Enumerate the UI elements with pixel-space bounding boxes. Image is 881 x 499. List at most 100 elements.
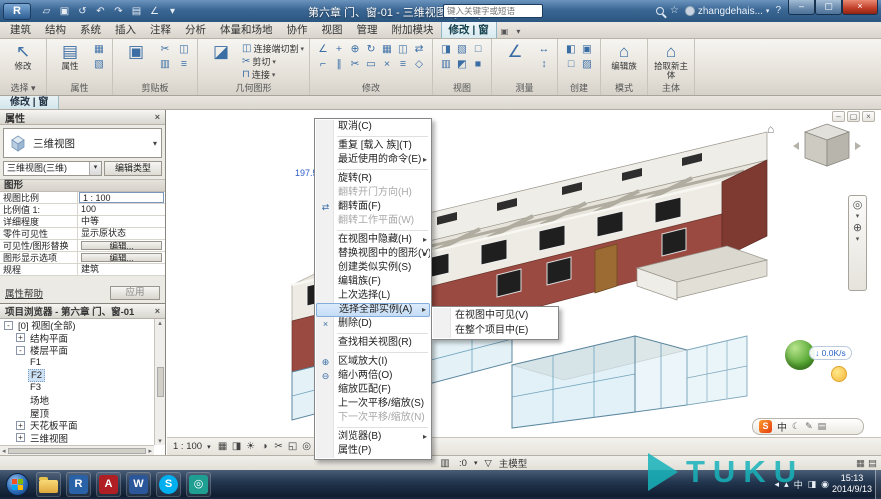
ribbon-text-button[interactable]: ⊓连接▾	[242, 68, 304, 81]
ribbon-tool-icon[interactable]: ↔	[536, 42, 552, 57]
ribbon-tool-icon[interactable]: ▥	[157, 57, 173, 72]
ribbon-tool-icon[interactable]: ✂	[157, 42, 173, 57]
ribbon-tool-icon[interactable]: □	[563, 57, 579, 72]
open-icon[interactable]: ▱	[39, 4, 54, 19]
tree-expander-icon[interactable]: +	[16, 333, 25, 342]
context-menu-item[interactable]: ⇄翻转面(F)	[316, 200, 430, 214]
context-menu-item[interactable]: ⊖缩小两倍(O)	[316, 369, 430, 383]
ribbon-tool-icon[interactable]: ▦	[91, 42, 107, 57]
ribbon-big-button[interactable]: ∠	[497, 42, 533, 62]
context-menu-item[interactable]: 属性(P)	[316, 444, 430, 458]
view-control-icon[interactable]: ◑	[258, 441, 272, 452]
context-menu-item[interactable]: 重复 [载入 族](T)	[316, 139, 430, 153]
ribbon-tool-icon[interactable]: ▣	[579, 42, 595, 57]
ribbon-tool-icon[interactable]: □	[470, 42, 486, 57]
measure-icon[interactable]: ∠	[147, 4, 162, 19]
scale-dropdown-icon[interactable]: ▾	[207, 443, 211, 451]
application-menu-button[interactable]: R	[3, 3, 31, 20]
save-icon[interactable]: ▣	[57, 4, 72, 19]
tree-node[interactable]: -楼层平面	[0, 344, 154, 357]
context-menu-item[interactable]: 上一次平移/缩放(S)	[316, 397, 430, 411]
ribbon-display-toggle-icon[interactable]: ▣	[497, 24, 513, 38]
up-icon[interactable]: ▴	[784, 479, 789, 490]
teal-app-icon[interactable]: ◎	[186, 472, 211, 497]
word-icon[interactable]: W	[126, 472, 151, 497]
ribbon-tool-icon[interactable]: ⌐	[315, 57, 331, 72]
dropdown-icon[interactable]: ▾	[165, 4, 180, 19]
pen-icon[interactable]: ✎	[805, 421, 813, 432]
network-icon[interactable]: ◉	[821, 479, 829, 490]
maximize-button[interactable]: ▢	[815, 0, 842, 15]
acrobat-icon[interactable]: A	[96, 472, 121, 497]
ribbon-big-button[interactable]: ⌂拾取新主体	[653, 42, 689, 80]
status-icon[interactable]: ▤	[868, 458, 877, 469]
view-control-icon[interactable]: ▦	[216, 441, 230, 452]
ribbon-tab[interactable]: 协作	[280, 20, 315, 38]
ribbon-tool-icon[interactable]: ▧	[91, 57, 107, 72]
properties-close-icon[interactable]: ×	[155, 112, 160, 122]
undo-icon[interactable]: ↶	[93, 4, 108, 19]
print-icon[interactable]: ▤	[129, 4, 144, 19]
type-selector-dropdown-icon[interactable]: ▾	[153, 139, 157, 148]
tree-expander-icon[interactable]: -	[16, 346, 25, 355]
view-control-icon[interactable]: ◱	[286, 441, 300, 452]
show-desktop-button[interactable]	[875, 470, 881, 499]
property-value[interactable]: 建筑	[78, 264, 165, 275]
context-submenu-item[interactable]: 在整个项目中(E)	[433, 323, 557, 338]
ribbon-tool-icon[interactable]: ∥	[331, 57, 347, 72]
tree-node[interactable]: +结构平面	[0, 332, 154, 345]
viewcube-home-icon[interactable]: ⌂	[767, 122, 774, 136]
sync-icon[interactable]: ↺	[75, 4, 90, 19]
ribbon-tab[interactable]: 分析	[178, 20, 213, 38]
sogou-logo-icon[interactable]: S	[759, 420, 772, 433]
nav-tool-icon[interactable]: ▾	[856, 213, 860, 220]
user-dropdown-icon[interactable]: ▾	[766, 7, 770, 15]
ribbon-tool-icon[interactable]: ↕	[536, 57, 552, 72]
ribbon-tool-icon[interactable]: ✂	[347, 57, 363, 72]
ribbon-tool-icon[interactable]: ⊕	[347, 42, 363, 57]
ribbon-tool-icon[interactable]: ▦	[379, 42, 395, 57]
ime-mode[interactable]: 中	[777, 419, 787, 434]
moon-icon[interactable]: ☾	[792, 421, 800, 432]
view-control-icon[interactable]: ◨	[230, 441, 244, 452]
view-control-icon[interactable]: ◎	[300, 441, 314, 452]
view-scale[interactable]: 1 : 100	[173, 441, 202, 452]
tree-node[interactable]: 场地	[0, 394, 154, 407]
collapse-icon[interactable]: ◂	[775, 479, 780, 490]
property-value[interactable]: 100	[78, 204, 165, 215]
tree-node[interactable]: F3	[0, 382, 154, 395]
net-speed-widget[interactable]: ↓ 0.0K/s	[785, 340, 869, 386]
ribbon-big-button[interactable]: ⌂编辑族	[606, 42, 642, 71]
ribbon-tab[interactable]: 附加模块	[385, 20, 441, 38]
browser-hscrollbar[interactable]: ◂▸	[0, 445, 154, 455]
ribbon-tool-icon[interactable]: ↻	[363, 42, 379, 57]
edit-type-button[interactable]: 编辑类型	[104, 161, 162, 176]
nav-tool-icon[interactable]: ⊕	[853, 222, 862, 234]
type-selector[interactable]: 三维视图 ▾	[3, 128, 162, 158]
ribbon-tab[interactable]: 结构	[38, 20, 73, 38]
ribbon-tool-icon[interactable]: ◩	[454, 57, 470, 72]
ribbon-tool-icon[interactable]: ▭	[363, 57, 379, 72]
tree-node[interactable]: +天花板平面	[0, 419, 154, 432]
ribbon-tool-icon[interactable]: ◇	[411, 57, 427, 72]
ribbon-tab[interactable]: 注释	[143, 20, 178, 38]
ribbon-big-button[interactable]: ▣	[118, 42, 154, 62]
context-menu-item[interactable]: ⊕区域放大(I)	[316, 355, 430, 369]
context-menu-item[interactable]: 在视图中隐藏(H)▸	[316, 233, 430, 247]
start-button[interactable]	[6, 473, 29, 496]
context-menu-item[interactable]: 浏览器(B)▸	[316, 430, 430, 444]
search-input[interactable]	[444, 5, 542, 17]
display-icon[interactable]: ◨	[808, 479, 817, 490]
instance-combo[interactable]: 三维视图(三维) ▾	[3, 161, 102, 176]
infocenter-search[interactable]	[443, 4, 543, 18]
tree-node[interactable]: +三维视图	[0, 432, 154, 445]
ribbon-tool-icon[interactable]: ◫	[395, 42, 411, 57]
building-model[interactable]: 197.5	[167, 110, 881, 437]
edit-button[interactable]: 编辑...	[81, 253, 162, 262]
help-icon[interactable]: ?	[775, 4, 781, 18]
tree-node[interactable]: 屋顶	[0, 407, 154, 420]
taskbar-clock[interactable]: 15:13 2014/9/13	[832, 473, 872, 495]
minimize-button[interactable]: –	[788, 0, 815, 15]
ribbon-tool-icon[interactable]: ▧	[454, 42, 470, 57]
context-menu-item[interactable]: 替换视图中的图形(V)▸	[316, 247, 430, 261]
